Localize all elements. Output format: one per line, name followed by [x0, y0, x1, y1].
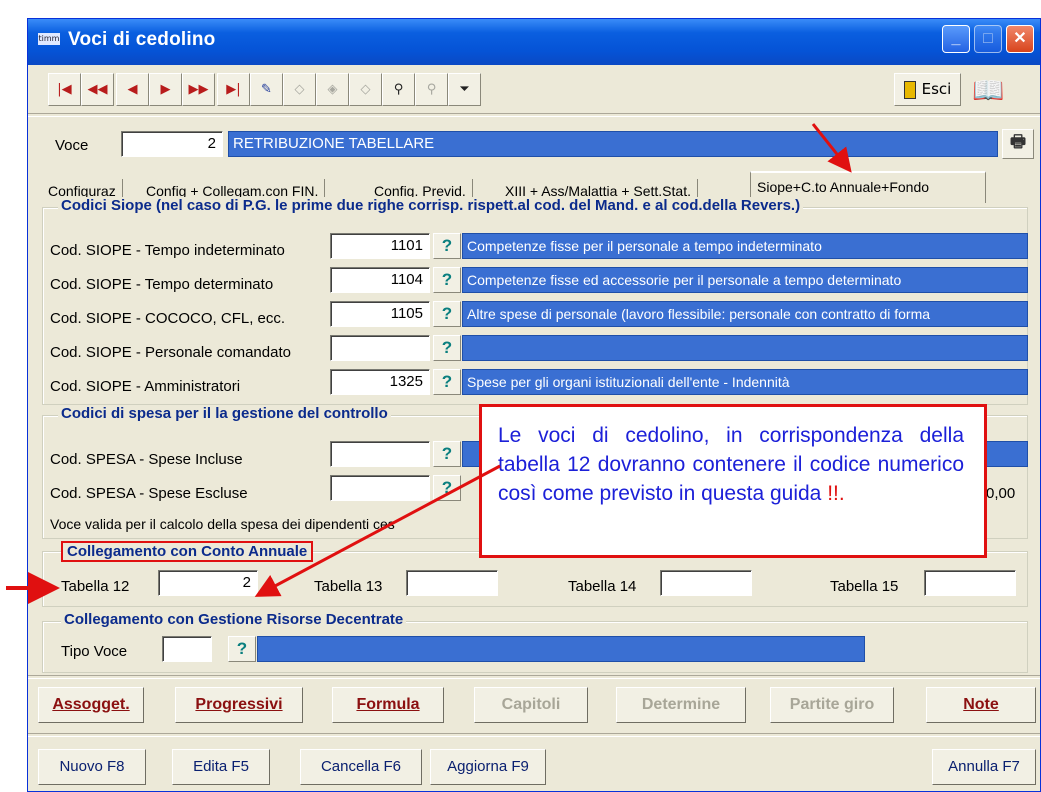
tipo-voce-description — [257, 636, 865, 662]
erase-all-icon[interactable]: ◈ — [316, 73, 349, 106]
siope-group-title: Codici Siope (nel caso di P.G. le prime … — [58, 197, 804, 214]
siope-row-label: Cod. SIOPE - Amministratori — [50, 378, 241, 395]
tipo-voce-label: Tipo Voce — [61, 643, 128, 660]
siope-description: Competenze fisse per il personale a temp… — [462, 233, 1028, 259]
formula-button[interactable]: Formula — [332, 687, 444, 723]
next-record-icon[interactable]: ▶ — [149, 73, 182, 106]
eraser-icon[interactable]: ◇ — [283, 73, 316, 106]
siope-code-field[interactable]: 1104 — [330, 267, 430, 293]
siope-row-label: Cod. SIOPE - COCOCO, CFL, ecc. — [50, 310, 286, 327]
lookup-help-icon[interactable]: ? — [433, 369, 461, 395]
progressivi-button[interactable]: Progressivi — [175, 687, 303, 723]
tabella-14-label: Tabella 14 — [568, 578, 637, 595]
callout-text: Le voci di cedolino, in corrispondenza d… — [498, 424, 964, 505]
lookup-help-icon[interactable]: ? — [433, 267, 461, 293]
note-button[interactable]: Note — [926, 687, 1036, 723]
close-button[interactable]: ✕ — [1006, 25, 1034, 53]
lookup-help-icon[interactable]: ? — [433, 441, 461, 467]
siope-code-field[interactable]: 1105 — [330, 301, 430, 327]
tabella-15-field[interactable] — [924, 570, 1016, 596]
tabella-12-label: Tabella 12 — [61, 578, 130, 595]
tabella-12-field[interactable]: 2 — [158, 570, 258, 596]
partite-giro-button[interactable]: Partite giro — [770, 687, 894, 723]
spese-escluse-field[interactable] — [330, 475, 430, 501]
maximize-button[interactable]: □ — [974, 25, 1002, 53]
tabella-15-label: Tabella 15 — [830, 578, 899, 595]
cancella-button[interactable]: Cancella F6 — [300, 749, 422, 785]
siope-code-field[interactable]: 1101 — [330, 233, 430, 259]
door-icon — [903, 80, 916, 99]
spesa-group-title: Codici di spesa per il la gestione del c… — [58, 405, 391, 422]
first-record-icon[interactable]: |◀ — [48, 73, 81, 106]
spese-incluse-label: Cod. SPESA - Spese Incluse — [50, 451, 243, 468]
determine-button[interactable]: Determine — [616, 687, 746, 723]
book-icon[interactable]: 📖 — [972, 75, 1004, 106]
spesa-amount: 0,00 — [986, 485, 1016, 502]
window-title: Voci di cedolino — [68, 29, 216, 50]
next-page-icon[interactable]: ▶▶ — [182, 73, 215, 106]
separator — [28, 675, 1040, 679]
callout-emphasis: !!. — [827, 482, 845, 505]
lookup-help-icon[interactable]: ? — [433, 233, 461, 259]
annotation-callout: Le voci di cedolino, in corrispondenza d… — [479, 404, 987, 558]
prev-record-icon[interactable]: ◀ — [116, 73, 149, 106]
filter-icon[interactable]: ⏷ — [448, 73, 481, 106]
conto-annuale-title: Collegamento con Conto Annuale — [61, 541, 314, 562]
aggiorna-button[interactable]: Aggiorna F9 — [430, 749, 546, 785]
lookup-help-icon[interactable]: ? — [433, 335, 461, 361]
siope-code-field[interactable] — [330, 335, 430, 361]
edit-record-icon[interactable]: ✎ — [250, 73, 283, 106]
siope-row-label: Cod. SIOPE - Tempo indeterminato — [50, 242, 285, 259]
siope-description: Competenze fisse ed accessorie per il pe… — [462, 267, 1028, 293]
voce-number-field[interactable]: 2 — [121, 131, 223, 157]
edita-button[interactable]: Edita F5 — [172, 749, 270, 785]
exit-button[interactable]: Esci — [894, 73, 961, 106]
siope-description: Spese per gli organi istituzionali dell'… — [462, 369, 1028, 395]
nuovo-button[interactable]: Nuovo F8 — [38, 749, 146, 785]
annulla-button[interactable]: Annulla F7 — [932, 749, 1036, 785]
lookup-help-icon[interactable]: ? — [433, 301, 461, 327]
spese-escluse-label: Cod. SPESA - Spese Escluse — [50, 485, 248, 502]
title-bar[interactable]: timm Voci di cedolino _ □ ✕ — [28, 19, 1040, 65]
tabella-14-field[interactable] — [660, 570, 752, 596]
siope-code-field[interactable]: 1325 — [330, 369, 430, 395]
clear-icon[interactable]: ◇ — [349, 73, 382, 106]
tipo-voce-field[interactable] — [162, 636, 212, 662]
app-icon: timm — [38, 33, 60, 45]
assogget-button[interactable]: Assogget. — [38, 687, 144, 723]
risorse-group-title: Collegamento con Gestione Risorse Decent… — [61, 611, 407, 628]
last-record-icon[interactable]: ▶| — [217, 73, 250, 106]
prev-page-icon[interactable]: ◀◀ — [81, 73, 114, 106]
voce-label: Voce — [55, 137, 89, 154]
search-next-icon[interactable]: ⚲ — [415, 73, 448, 106]
siope-row-label: Cod. SIOPE - Personale comandato — [50, 344, 291, 361]
tabella-13-label: Tabella 13 — [314, 578, 383, 595]
siope-row-label: Cod. SIOPE - Tempo determinato — [50, 276, 274, 293]
voce-description: RETRIBUZIONE TABELLARE — [228, 131, 998, 157]
spese-incluse-field[interactable] — [330, 441, 430, 467]
capitoli-button[interactable]: Capitoli — [474, 687, 588, 723]
separator — [28, 733, 1040, 737]
siope-description — [462, 335, 1028, 361]
search-icon[interactable]: ⚲ — [382, 73, 415, 106]
print-icon[interactable]: 🖶 — [1002, 129, 1034, 159]
minimize-button[interactable]: _ — [942, 25, 970, 53]
spesa-valid-text: Voce valida per il calcolo della spesa d… — [50, 516, 395, 532]
lookup-help-icon[interactable]: ? — [228, 636, 256, 662]
lookup-help-icon[interactable]: ? — [433, 475, 461, 501]
tabella-13-field[interactable] — [406, 570, 498, 596]
siope-description: Altre spese di personale (lavoro flessib… — [462, 301, 1028, 327]
toolbar-separator — [28, 113, 1040, 117]
